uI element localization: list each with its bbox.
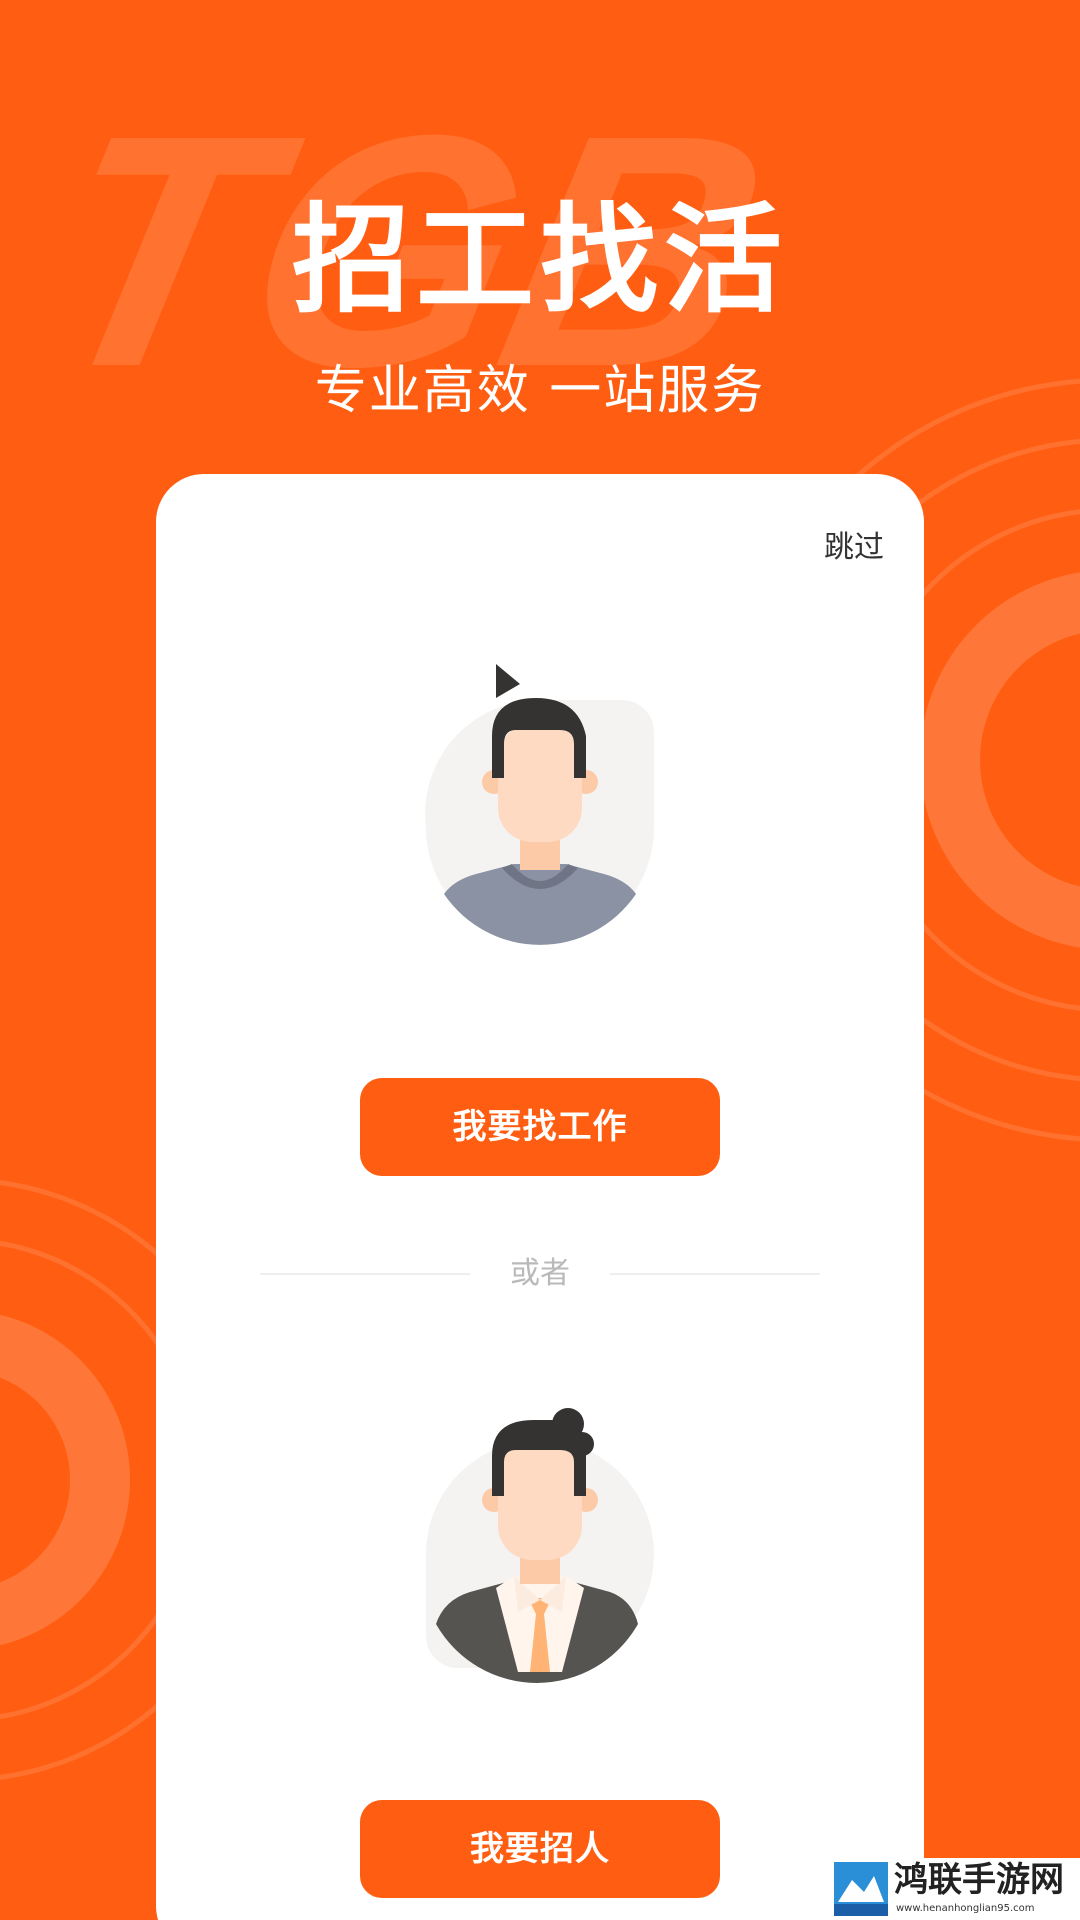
- find-job-button[interactable]: 我要找工作: [360, 1078, 720, 1176]
- hero-subtitle: 专业高效 一站服务: [314, 361, 766, 421]
- watermark-logo-icon: [834, 1862, 888, 1916]
- skip-button[interactable]: 跳过: [824, 522, 884, 566]
- role-selection-screen: TGB 招工找活 专业高效 一站服务 跳过 我要找工作 或者 我要招人 鸿联手游…: [0, 0, 1080, 1920]
- watermark-name: 鸿联手游网: [894, 1860, 1064, 1900]
- worker-avatar-icon: [425, 664, 654, 945]
- hire-button[interactable]: 我要招人: [360, 1800, 720, 1898]
- watermark-url: www.henanhonglian95.com: [896, 1903, 1035, 1914]
- hero-title: 招工找活: [291, 191, 788, 329]
- employer-avatar-icon: [426, 1408, 654, 1683]
- site-watermark: 鸿联手游网 www.henanhonglian95.com: [832, 1858, 1080, 1920]
- or-divider: 或者: [260, 1254, 820, 1294]
- role-card: 跳过 我要找工作 或者 我要招人: [156, 474, 924, 1920]
- divider-line-right: [610, 1273, 820, 1275]
